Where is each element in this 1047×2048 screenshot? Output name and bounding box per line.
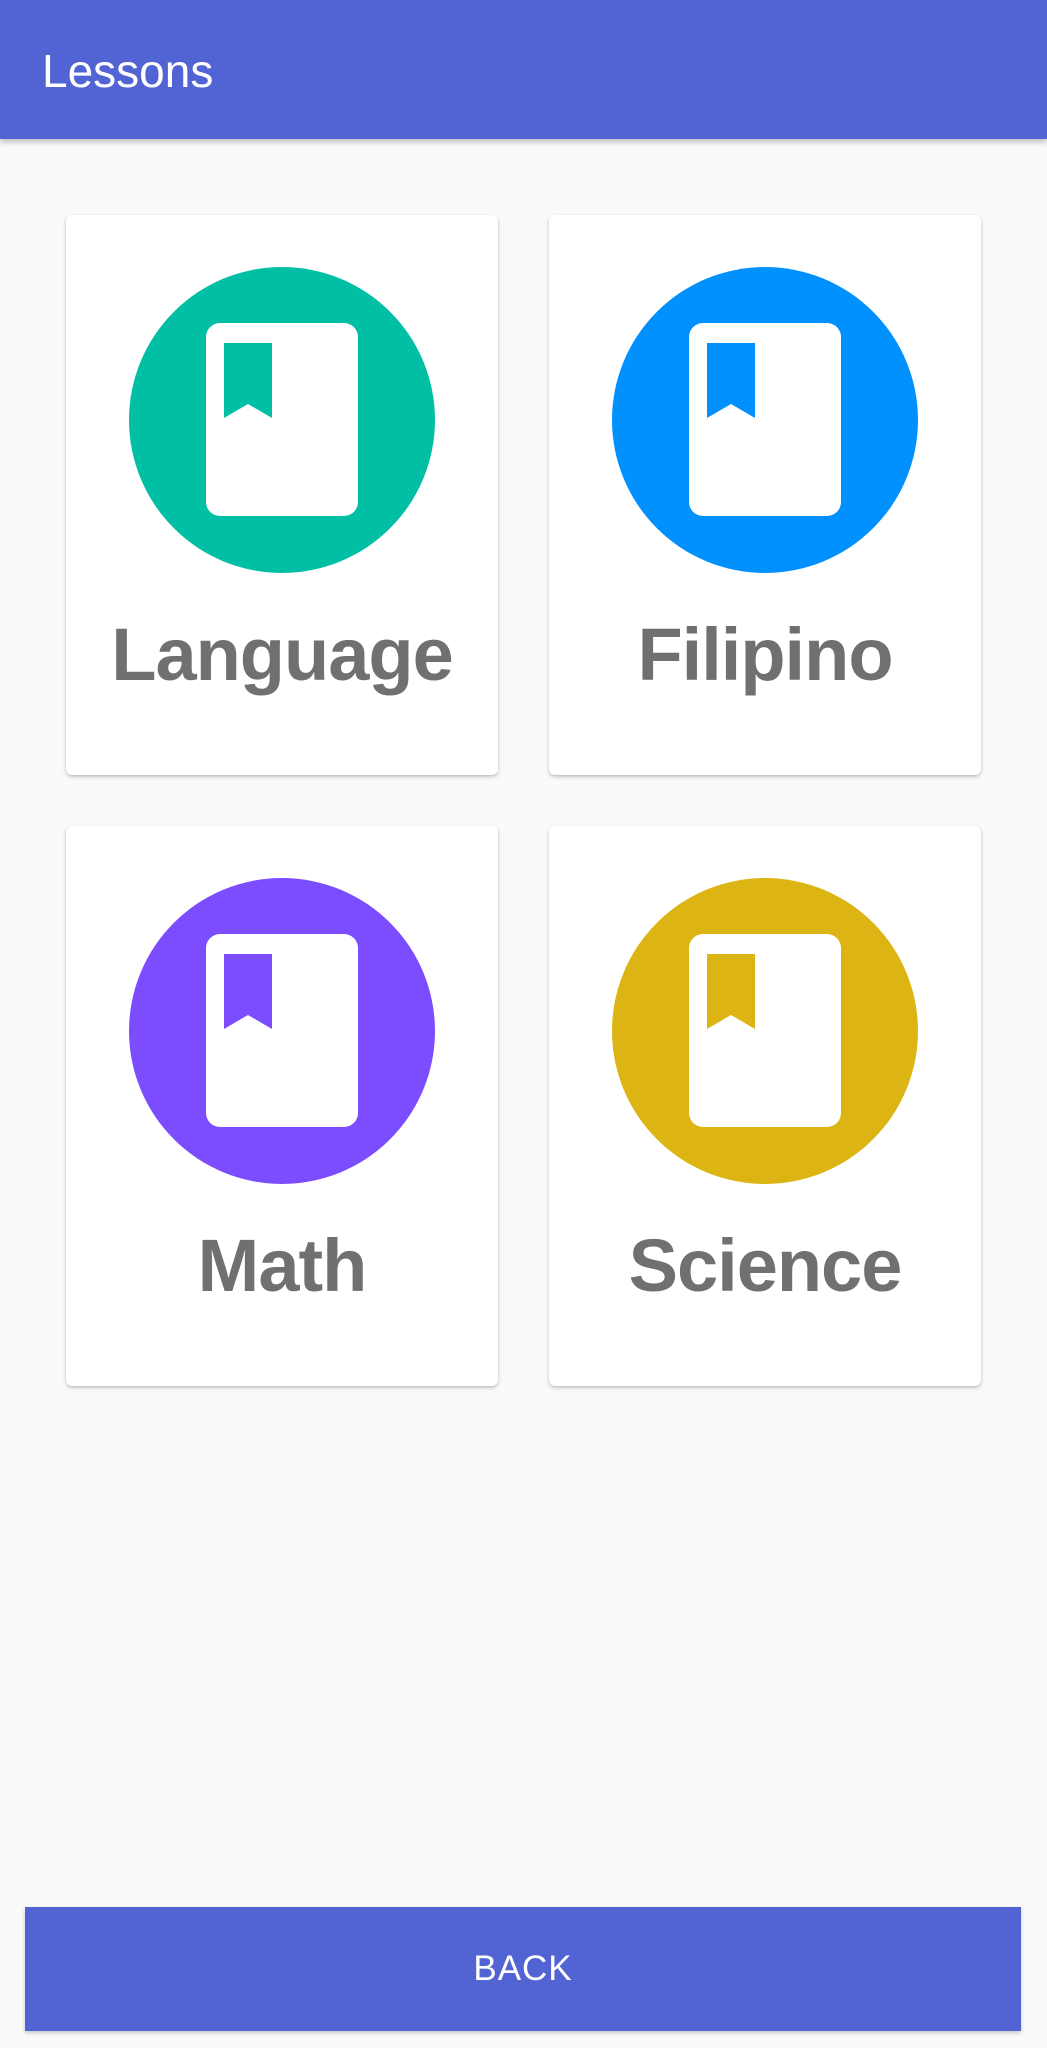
lessons-screen: Lessons Language Filipino Math Science B… bbox=[0, 0, 1047, 2048]
app-bar: Lessons bbox=[0, 0, 1047, 139]
book-icon bbox=[612, 878, 918, 1184]
lesson-card-science[interactable]: Science bbox=[549, 826, 981, 1386]
lesson-card-label: Language bbox=[111, 613, 453, 696]
book-icon-graphic bbox=[612, 878, 918, 1184]
lesson-card-filipino[interactable]: Filipino bbox=[549, 215, 981, 775]
book-icon bbox=[129, 878, 435, 1184]
book-icon-graphic bbox=[612, 267, 918, 573]
lesson-card-label: Filipino bbox=[637, 613, 893, 696]
lesson-card-label: Math bbox=[197, 1224, 368, 1307]
book-icon-graphic bbox=[129, 878, 435, 1184]
back-button[interactable]: BACK bbox=[25, 1907, 1021, 2031]
book-icon bbox=[129, 267, 435, 573]
book-icon bbox=[612, 267, 918, 573]
book-icon-graphic bbox=[129, 267, 435, 573]
page-title: Lessons bbox=[42, 45, 214, 97]
lesson-card-language[interactable]: Language bbox=[66, 215, 498, 775]
lesson-card-label: Science bbox=[628, 1224, 903, 1307]
lesson-card-math[interactable]: Math bbox=[66, 826, 498, 1386]
